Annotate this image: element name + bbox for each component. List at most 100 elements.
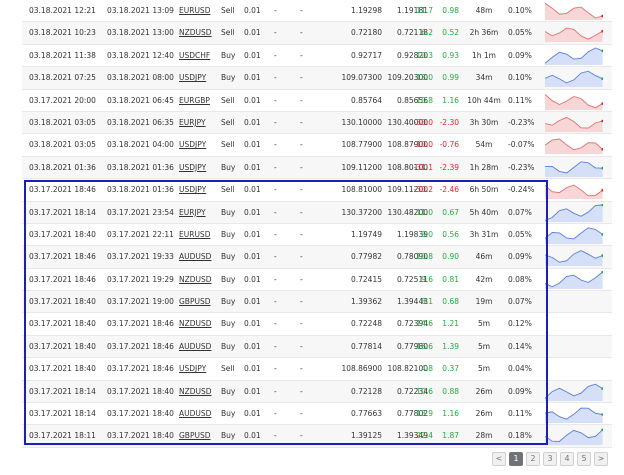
stop-loss-cell: -: [274, 341, 277, 351]
symbol-link[interactable]: NZDUSD: [179, 381, 219, 403]
stop-loss-cell: -: [274, 252, 277, 262]
gain-cell: 0.12%: [508, 319, 532, 329]
open-time-cell: 03.17.2021 18:40: [29, 229, 96, 239]
symbol-link[interactable]: AUDUSD: [179, 403, 219, 425]
duration-cell: 26m: [475, 386, 493, 396]
lots-cell: 0.01: [244, 185, 261, 195]
lots-cell: 0.01: [244, 386, 261, 396]
symbol-link[interactable]: NZDUSD: [179, 269, 219, 291]
action-cell: Buy: [221, 162, 236, 172]
sparkline-chart: [545, 181, 603, 200]
symbol-link[interactable]: GBPUSD: [179, 291, 219, 313]
open-price-cell: 1.19749: [350, 229, 382, 239]
symbol-link[interactable]: GBPUSD: [179, 425, 219, 447]
open-price-cell: 109.11200: [341, 162, 382, 172]
next-page-button[interactable]: >: [594, 452, 608, 466]
page-2-button[interactable]: 2: [526, 452, 540, 466]
open-price-cell: 108.81000: [341, 185, 382, 195]
open-time-cell: 03.18.2021 10:23: [29, 28, 96, 38]
page-3-button[interactable]: 3: [543, 452, 557, 466]
close-time-cell: 03.17.2021 18:40: [107, 431, 174, 441]
open-price-cell: 108.77900: [341, 140, 382, 150]
action-cell: Buy: [221, 274, 236, 284]
gain-cell: -0.23%: [508, 162, 535, 172]
prev-page-button[interactable]: <: [492, 452, 506, 466]
symbol-link[interactable]: EURGBP: [179, 90, 219, 112]
pips-cell: 9.0: [421, 229, 433, 239]
pips-cell: 10.8: [416, 252, 433, 262]
duration-cell: 5m: [477, 364, 491, 374]
symbol-link[interactable]: EURUSD: [179, 224, 219, 246]
duration-cell: 48m: [475, 6, 493, 15]
stop-loss-cell: -: [274, 229, 277, 239]
open-time-cell: 03.18.2021 12:21: [29, 6, 96, 15]
open-time-cell: 03.17.2021 18:40: [29, 341, 96, 351]
close-time-cell: 03.18.2021 06:45: [107, 95, 174, 105]
stop-loss-cell: -: [274, 409, 277, 419]
symbol-link[interactable]: USDJPY: [179, 179, 219, 201]
table-row: 03.18.2021 03:05 03.18.2021 06:35 EURJPY Se…: [22, 111, 612, 135]
page-1-button[interactable]: 1: [509, 452, 523, 466]
open-time-cell: 03.17.2021 18:11: [29, 431, 96, 441]
profit-cell: 1.16: [442, 95, 459, 105]
close-time-cell: 03.18.2021 12:40: [107, 50, 174, 60]
gain-cell: 0.05%: [508, 229, 532, 239]
symbol-link[interactable]: USDJPY: [179, 67, 219, 89]
symbol-link[interactable]: EURJPY: [179, 202, 219, 224]
stop-loss-cell: -: [274, 50, 277, 60]
close-time-cell: 03.18.2021 01:36: [107, 185, 174, 195]
pips-cell: -31.1: [413, 162, 433, 172]
lots-cell: 0.01: [244, 73, 261, 83]
table-row: 03.17.2021 20:00 03.18.2021 06:45 EURGBP Se…: [22, 90, 612, 112]
gain-cell: 0.11%: [508, 409, 532, 419]
profit-cell: 0.88: [442, 386, 459, 396]
gain-cell: -0.23%: [508, 117, 535, 127]
duration-cell: 28m: [475, 431, 493, 441]
page-5-button[interactable]: 5: [577, 452, 591, 466]
action-cell: Buy: [221, 386, 236, 396]
open-price-cell: 0.77663: [350, 409, 382, 419]
symbol-link[interactable]: USDCHF: [179, 45, 219, 67]
symbol-link[interactable]: EURUSD: [179, 0, 219, 22]
symbol-link[interactable]: AUDUSD: [179, 336, 219, 358]
lots-cell: 0.01: [244, 50, 261, 60]
lots-cell: 0.01: [244, 297, 261, 307]
gain-cell: 0.10%: [508, 6, 532, 15]
table-row: 03.18.2021 01:36 03.18.2021 01:36 USDJPY Bu…: [22, 156, 612, 180]
lots-cell: 0.01: [244, 341, 261, 351]
symbol-link[interactable]: EURJPY: [179, 112, 219, 134]
open-time-cell: 03.17.2021 20:00: [29, 95, 96, 105]
stop-loss-cell: -: [274, 140, 277, 150]
pips-cell: 10.6: [416, 386, 433, 396]
symbol-link[interactable]: NZDUSD: [179, 313, 219, 335]
symbol-link[interactable]: AUDUSD: [179, 246, 219, 268]
close-time-cell: 03.17.2021 19:29: [107, 274, 174, 284]
duration-cell: 46m: [475, 252, 493, 262]
open-time-cell: 03.17.2021 18:46: [29, 252, 96, 262]
gain-cell: 0.04%: [508, 364, 532, 374]
profit-cell: 0.67: [442, 207, 459, 217]
action-cell: Sell: [221, 185, 235, 195]
action-cell: Buy: [221, 252, 236, 262]
sparkline-chart: [545, 136, 603, 155]
symbol-link[interactable]: USDJPY: [179, 358, 219, 380]
close-time-cell: 03.17.2021 23:54: [107, 207, 174, 217]
open-price-cell: 0.72415: [350, 274, 382, 284]
page-4-button[interactable]: 4: [560, 452, 574, 466]
pips-cell: 13.9: [416, 409, 433, 419]
symbol-link[interactable]: USDJPY: [179, 157, 219, 179]
sparkline-chart: [545, 383, 603, 401]
open-price-cell: 0.85764: [350, 95, 382, 105]
duration-cell: 3h 31m: [469, 229, 499, 239]
action-cell: Sell: [221, 95, 235, 105]
sparkline-chart: [545, 114, 603, 132]
symbol-link[interactable]: USDJPY: [179, 134, 219, 156]
symbol-link[interactable]: NZDUSD: [179, 22, 219, 44]
action-cell: Sell: [221, 140, 235, 150]
table-row: 03.17.2021 18:11 03.17.2021 18:40 GBPUSD Bu…: [22, 425, 612, 448]
stop-loss-cell: -: [274, 117, 277, 127]
duration-cell: 5m: [477, 341, 491, 351]
open-price-cell: 0.72128: [350, 386, 382, 396]
profit-cell: 0.68: [442, 297, 459, 307]
pips-cell: 22.4: [416, 431, 433, 441]
